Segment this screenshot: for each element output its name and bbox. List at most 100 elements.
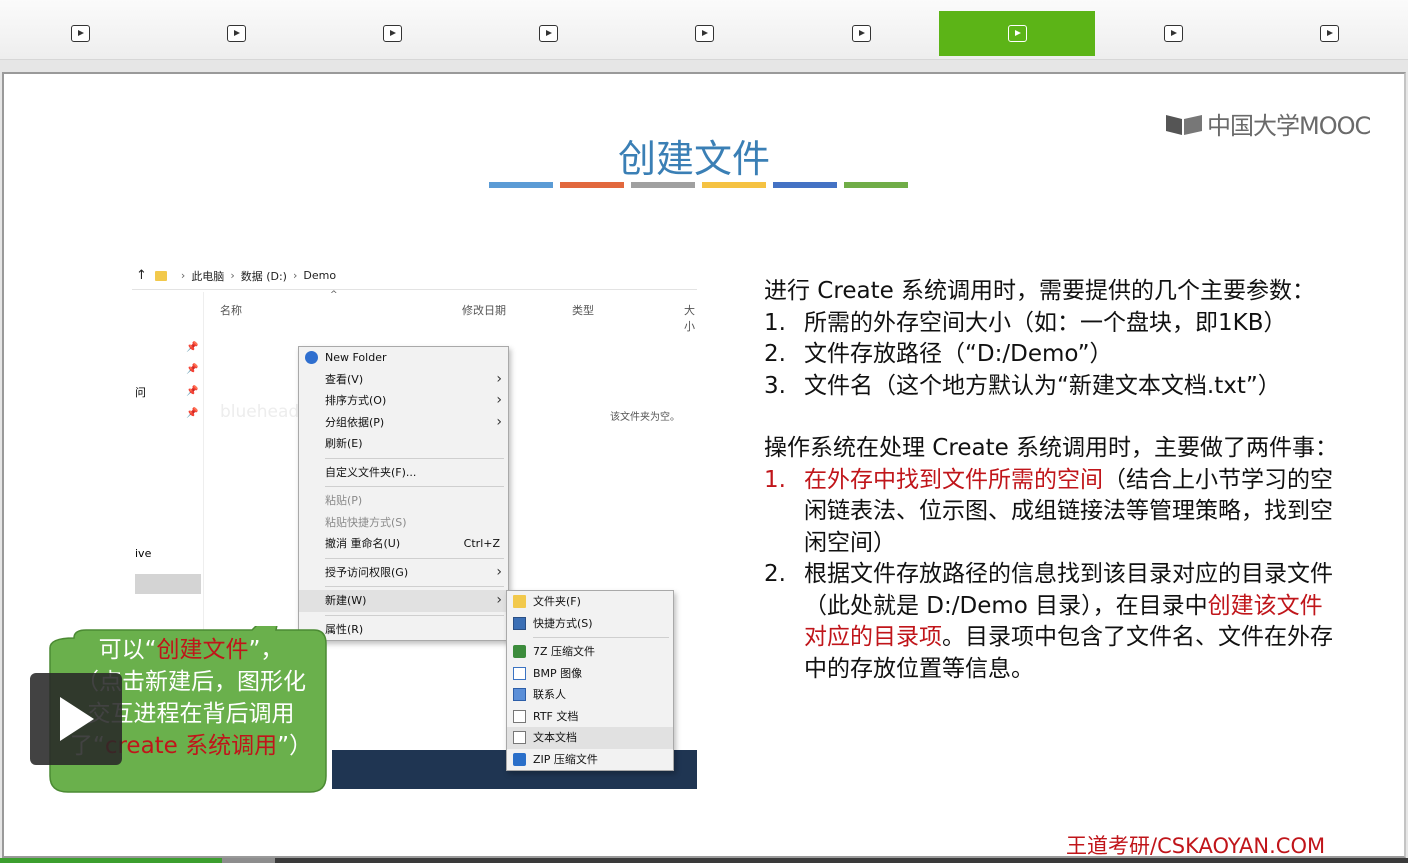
progress-buffered [222,858,275,863]
title-underline-segment [489,182,553,188]
pin-icon: 📌 [186,342,199,353]
empty-folder-note: 该文件夹为空。 [610,412,680,423]
menu-item[interactable]: New Folder [299,347,508,369]
play-button[interactable] [30,673,122,765]
lesson-tab[interactable] [158,11,314,56]
nav-item-fragment: ive [135,547,152,560]
pin-icon: 📌 [186,408,199,419]
menu-item[interactable]: 授予访问权限(G) › [299,562,508,584]
slide-title: 创建文件 [617,137,770,181]
menu-item-label: ZIP 压缩文件 [533,752,598,766]
chevron-right-icon: › [496,592,502,608]
sort-caret-icon: ^ [330,290,338,300]
lesson-tab-strip [0,0,1408,60]
shortcut-label: Ctrl+Z [463,537,500,550]
menu-separator [325,586,504,587]
slide-body-text: 进行 Create 系统调用时，需要提供的几个主要参数： 1. 所需的外存空间大小… [764,276,1364,685]
lesson-tab[interactable] [939,11,1096,56]
chevron-right-icon: › [496,370,502,387]
title-underline-segment [702,182,766,188]
menu-item[interactable]: 自定义文件夹(F)... [299,462,508,484]
menu-item-label: 分组依据(P) [325,415,385,429]
params-intro: 进行 Create 系统调用时，需要提供的几个主要参数： [764,278,1316,304]
lesson-tab[interactable] [627,11,783,56]
context-menu: New Folder 查看(V) › 排序方式(O) › 分组依据(P) › 刷新(E) 自定义… [298,346,509,641]
steps-intro: 操作系统在处理 Create 系统调用时，主要做了两件事： [764,435,1339,461]
menu-item[interactable]: RTF 文档 [507,706,673,728]
play-icon [1163,25,1183,42]
menu-item[interactable]: 文本文档 [507,727,673,749]
menu-item-label: 联系人 [533,688,566,701]
menu-item: 粘贴(P) [299,490,508,512]
lesson-tab[interactable] [1252,11,1408,56]
step-item: 2. 根据文件存放路径的信息找到该目录对应的目录文件（此处就是 D:/Demo … [764,561,1333,682]
menu-item[interactable]: 文件夹(F) [507,591,673,613]
menu-item[interactable]: 属性(R) [299,619,508,641]
contact-icon [513,688,526,701]
menu-item[interactable]: 新建(W) › [299,590,508,612]
menu-item[interactable]: 分组依据(P) › [299,412,508,434]
play-icon [226,25,246,42]
menu-item[interactable]: 排序方式(O) › [299,390,508,412]
title-underline-segment [560,182,624,188]
title-underline-segment [844,182,908,188]
lesson-tab[interactable] [1095,11,1251,56]
folder-icon [154,270,167,281]
step-item: 1. 在外存中找到文件所需的空间（结合上小节学习的空闲链表法、位示图、成组链接法… [764,466,1333,556]
title-underline-segment [773,182,837,188]
menu-item-label: 文件夹(F) [533,595,581,608]
menu-item[interactable]: 刷新(E) [299,433,508,455]
7z-archive-icon [513,645,526,658]
menu-separator [533,637,669,638]
menu-item[interactable]: 快捷方式(S) [507,613,673,635]
chevron-right-icon: › [496,563,502,580]
param-item: 2. 文件存放路径（“D:/Demo”） [764,341,1113,367]
menu-item-label: 7Z 压缩文件 [533,645,596,658]
menu-item[interactable]: 7Z 压缩文件 [507,641,673,663]
menu-item-label: RTF 文档 [533,709,579,723]
nav-selected-item [135,574,201,594]
play-icon [695,25,715,42]
menu-separator [325,614,504,616]
lesson-tab[interactable] [471,11,627,56]
menu-item-label: 刷新(E) [325,437,363,450]
zip-archive-icon [513,752,526,766]
chevron-right-icon: › [496,413,502,430]
menu-separator [325,486,504,487]
lesson-tab[interactable] [314,11,470,56]
play-icon [851,25,871,42]
menu-item[interactable]: ZIP 压缩文件 [507,749,673,771]
menu-item-label: 撤消 重命名(U) [325,537,401,550]
menu-separator [325,557,504,559]
menu-item-label: New Folder [325,351,387,364]
pin-icon: 📌 [186,364,199,375]
menu-item[interactable]: 撤消 重命名(U) Ctrl+Z [299,533,508,555]
column-type[interactable]: 类型 [572,302,594,318]
menu-item-label: 查看(V) [325,372,364,386]
pin-icon: 📌 [186,386,199,397]
column-name[interactable]: 名称 [220,302,242,318]
menu-item[interactable]: 联系人 [507,684,673,706]
column-date[interactable]: 修改日期 [462,302,506,318]
menu-item[interactable]: 查看(V) › [299,369,508,391]
up-arrow-icon: ↑ [136,268,147,283]
breadcrumb-item: 此电脑 [191,269,225,283]
menu-item-label: 排序方式(O) [325,394,387,407]
lesson-tab[interactable] [783,11,939,56]
menu-item[interactable]: BMP 图像 [507,663,673,685]
bmp-image-icon [513,666,526,680]
lesson-tab[interactable] [2,11,158,56]
column-size[interactable]: 大小 [684,302,697,334]
menu-item-label: 快捷方式(S) [533,616,593,630]
breadcrumb-item: Demo [303,269,337,282]
play-icon [539,25,559,42]
menu-item-label: 粘贴(P) [325,494,363,507]
play-icon [1320,25,1340,42]
address-bar: ↑ › 此电脑 › 数据 (D:) › Demo [132,262,697,290]
title-underline-segment [631,182,695,188]
play-icon [70,25,90,42]
video-progress-bar[interactable] [0,858,1408,863]
rtf-document-icon [513,709,526,723]
nav-item-fragment: 问 [135,386,146,399]
menu-item-label: 属性(R) [325,622,364,636]
